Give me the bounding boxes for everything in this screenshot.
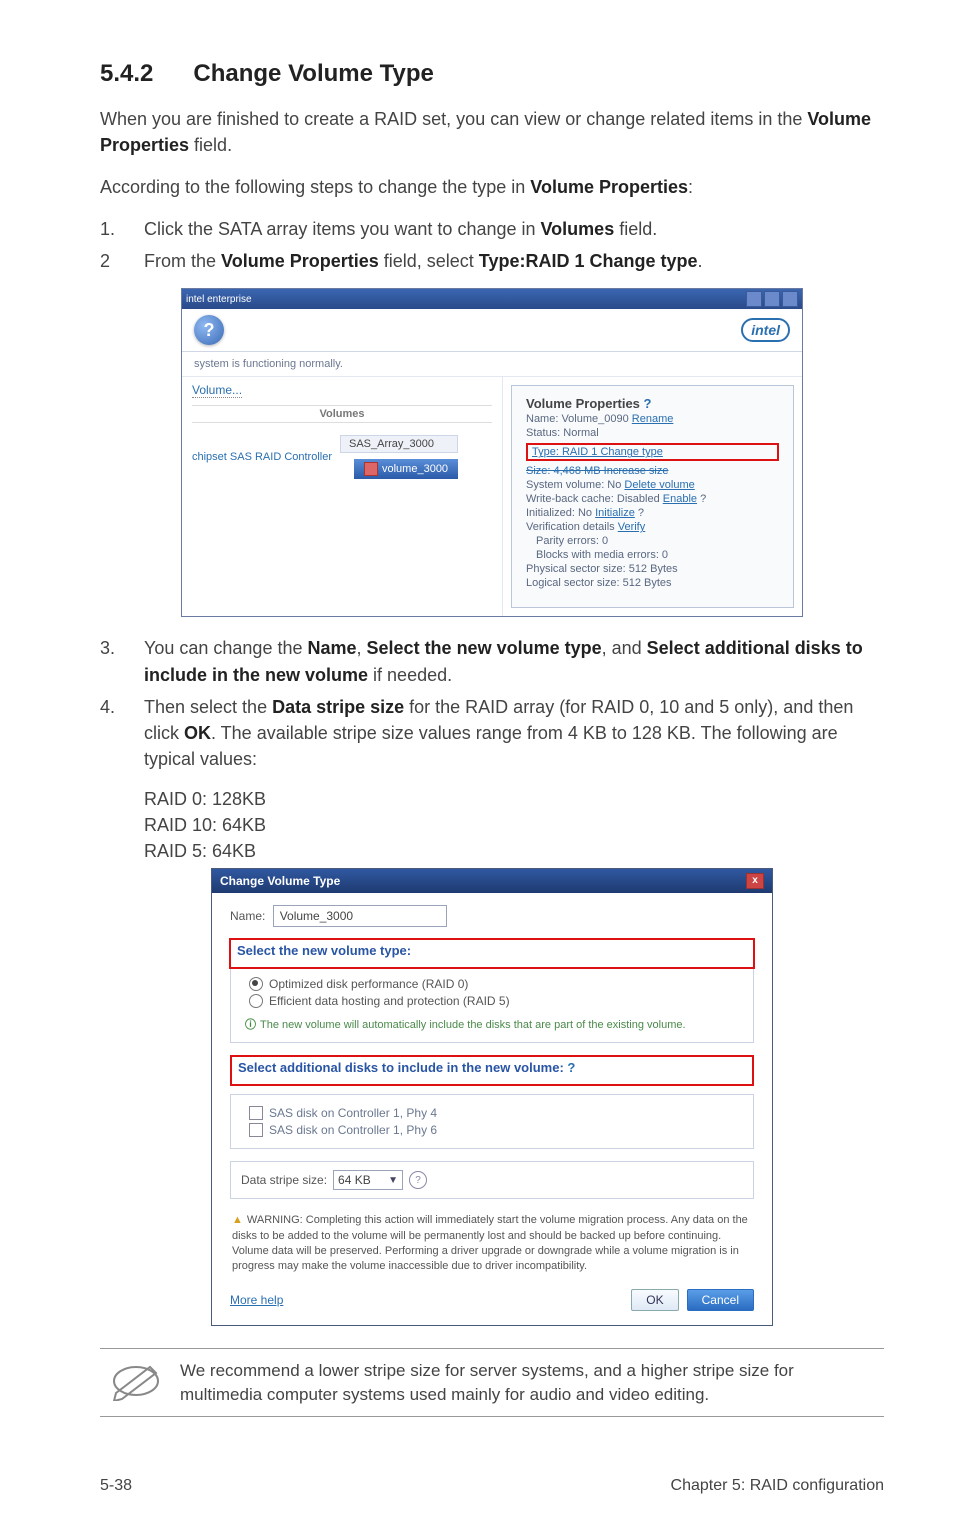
enable-wb-link[interactable]: Enable bbox=[663, 493, 697, 505]
volume-cube-icon bbox=[364, 462, 378, 476]
section-title-text: Change Volume Type bbox=[193, 60, 433, 87]
note-box: We recommend a lower stripe size for ser… bbox=[100, 1348, 884, 1418]
volume-properties-window: intel enterprise ? intel system is funct… bbox=[181, 288, 803, 617]
help-orb-icon[interactable]: ? bbox=[194, 315, 224, 345]
raid10-line: RAID 10: 64KB bbox=[144, 812, 884, 838]
group-help-icon[interactable]: ? bbox=[567, 1060, 575, 1075]
chapter-label: Chapter 5: RAID configuration bbox=[671, 1477, 884, 1495]
more-help-link[interactable]: More help bbox=[230, 1293, 283, 1307]
check-disk-phy6[interactable]: SAS disk on Controller 1, Phy 6 bbox=[249, 1123, 743, 1137]
stripe-help-icon[interactable]: ? bbox=[409, 1171, 427, 1189]
system-status-text: system is functioning normally. bbox=[182, 352, 802, 377]
step-2: 2 From the Volume Properties field, sele… bbox=[100, 248, 884, 274]
radio-raid5[interactable]: Efficient data hosting and protection (R… bbox=[249, 994, 743, 1008]
section-number: 5.4.2 bbox=[100, 60, 153, 88]
type-change-highlight: Type: RAID 1 Change type bbox=[526, 443, 779, 461]
dialog-close-icon[interactable]: x bbox=[746, 873, 764, 889]
volumes-header: Volumes bbox=[192, 405, 492, 423]
size-line[interactable]: Size: 4,468 MB Increase size bbox=[526, 465, 779, 477]
warning-icon: ▲ bbox=[232, 1214, 243, 1226]
raid5-line: RAID 5: 64KB bbox=[144, 838, 884, 864]
volume-properties-panel: Volume Properties ? Name: Volume_0090 Re… bbox=[511, 385, 794, 608]
step-1: 1. Click the SATA array items you want t… bbox=[100, 216, 884, 242]
raid0-line: RAID 0: 128KB bbox=[144, 786, 884, 812]
radio-icon bbox=[249, 994, 263, 1008]
name-label: Name: bbox=[230, 909, 265, 923]
help-icon[interactable]: ? bbox=[644, 396, 652, 411]
radio-raid0[interactable]: Optimized disk performance (RAID 0) bbox=[249, 977, 743, 991]
array-chip[interactable]: SAS_Array_3000 bbox=[340, 435, 458, 453]
window-titlebar: intel enterprise bbox=[182, 289, 802, 309]
initialize-link[interactable]: Initialize bbox=[595, 507, 635, 519]
window-title: intel enterprise bbox=[186, 294, 252, 305]
chevron-down-icon: ▼ bbox=[388, 1175, 398, 1186]
init-help-icon[interactable]: ? bbox=[638, 507, 644, 519]
step-3: 3. You can change the Name, Select the n… bbox=[100, 635, 884, 687]
additional-disks-group-title: Select additional disks to include in th… bbox=[238, 1060, 746, 1075]
stripe-size-label: Data stripe size: bbox=[241, 1173, 327, 1187]
page-number: 5-38 bbox=[100, 1477, 132, 1495]
ok-button[interactable]: OK bbox=[631, 1289, 678, 1311]
volume-link[interactable]: Volume... bbox=[192, 383, 242, 398]
checkbox-icon bbox=[249, 1123, 263, 1137]
window-min-icon[interactable] bbox=[746, 291, 762, 307]
change-volume-type-dialog: Change Volume Type x Name: Volume_3000 S… bbox=[211, 868, 773, 1326]
intro-paragraph-1: When you are finished to create a RAID s… bbox=[100, 106, 884, 158]
warning-text: ▲WARNING: Completing this action will im… bbox=[232, 1213, 752, 1275]
cancel-button[interactable]: Cancel bbox=[687, 1289, 754, 1311]
info-text: ⓘThe new volume will automatically inclu… bbox=[245, 1016, 743, 1032]
note-text: We recommend a lower stripe size for ser… bbox=[180, 1359, 878, 1407]
volume-chip[interactable]: volume_3000 bbox=[354, 459, 458, 479]
window-max-icon[interactable] bbox=[764, 291, 780, 307]
volume-type-group-title: Select the new volume type: bbox=[237, 943, 747, 958]
note-pencil-icon bbox=[106, 1359, 162, 1406]
section-heading: 5.4.2 Change Volume Type bbox=[100, 60, 884, 88]
check-disk-phy4[interactable]: SAS disk on Controller 1, Phy 4 bbox=[249, 1106, 743, 1120]
page-footer: 5-38 Chapter 5: RAID configuration bbox=[0, 1477, 954, 1519]
dialog-title: Change Volume Type bbox=[220, 874, 340, 888]
stripe-size-select[interactable]: 64 KB ▼ bbox=[333, 1170, 403, 1190]
name-input[interactable]: Volume_3000 bbox=[273, 905, 447, 927]
change-type-link[interactable]: Type: RAID 1 Change type bbox=[532, 446, 663, 458]
wb-help-icon[interactable]: ? bbox=[700, 493, 706, 505]
intel-logo: intel bbox=[741, 318, 790, 342]
delete-volume-link[interactable]: Delete volume bbox=[624, 479, 694, 491]
controller-label: chipset SAS RAID Controller bbox=[192, 451, 332, 463]
step-4: 4. Then select the Data stripe size for … bbox=[100, 694, 884, 772]
checkbox-icon bbox=[249, 1106, 263, 1120]
window-close-icon[interactable] bbox=[782, 291, 798, 307]
radio-icon bbox=[249, 977, 263, 991]
info-icon: ⓘ bbox=[245, 1019, 256, 1031]
intro-paragraph-2: According to the following steps to chan… bbox=[100, 174, 884, 200]
verify-link[interactable]: Verify bbox=[618, 521, 646, 533]
rename-link[interactable]: Rename bbox=[632, 413, 674, 425]
